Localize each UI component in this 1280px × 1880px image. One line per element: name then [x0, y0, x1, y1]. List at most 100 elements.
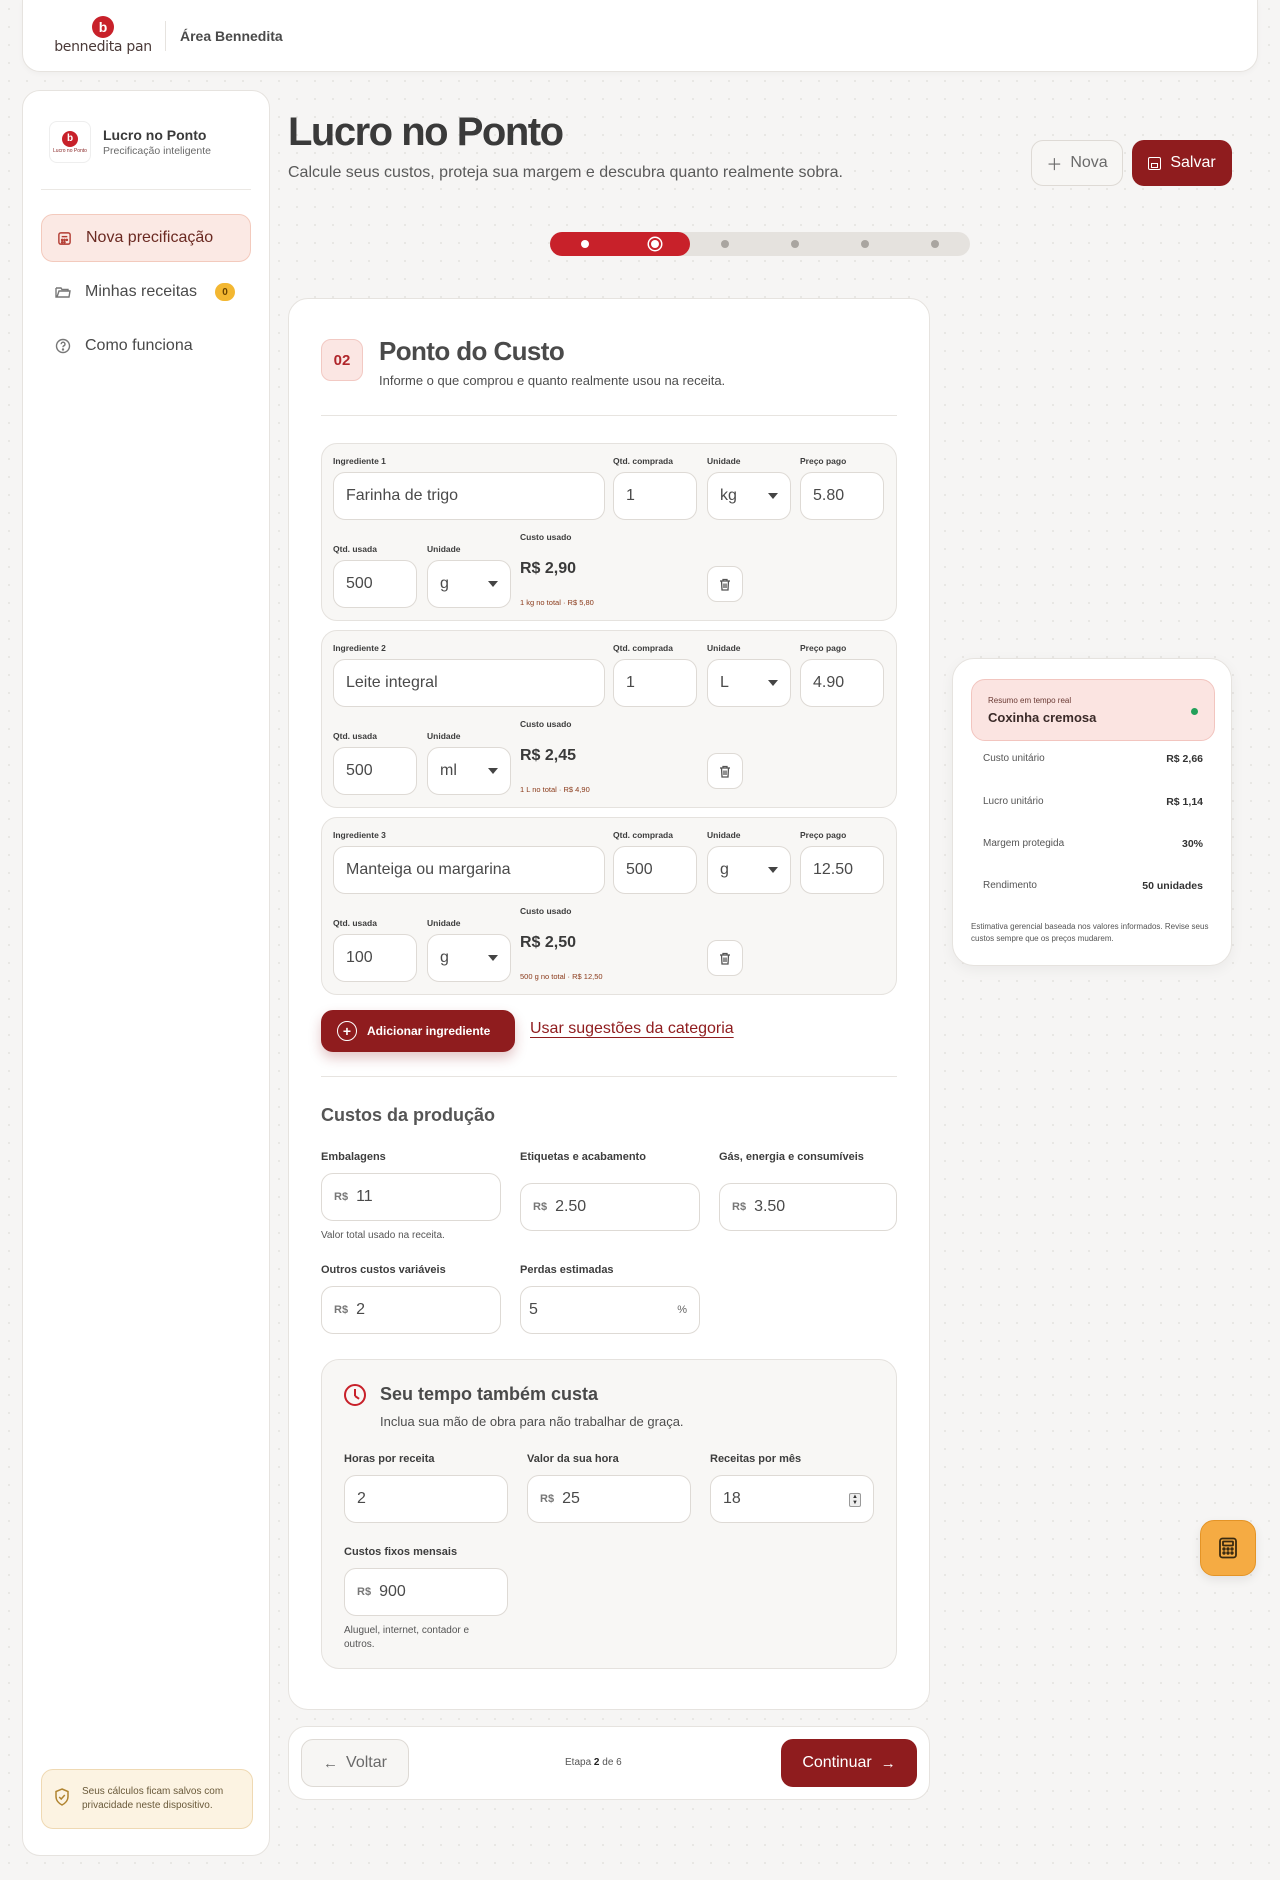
sidebar-brand: b Lucro no Ponto Lucro no Ponto Precific…	[23, 91, 269, 163]
save-button[interactable]: Salvar	[1132, 140, 1232, 186]
price-paid-input[interactable]: 5.80	[800, 472, 884, 520]
unit-bought-select[interactable]: g	[707, 846, 791, 894]
chevron-down-icon	[768, 493, 778, 499]
summary-note: Estimativa gerencial baseada nos valores…	[971, 922, 1209, 943]
price-paid-label: Preço pago	[800, 456, 847, 466]
price-paid-input[interactable]: 4.90	[800, 659, 884, 707]
save-button-label: Salvar	[1170, 154, 1216, 171]
qty-used-label: Qtd. usada	[333, 544, 377, 554]
qty-bought-input[interactable]: 500	[613, 846, 697, 894]
fixed-costs-hint: Aluguel, internet, contador e outros.	[344, 1625, 470, 1650]
folder-icon	[55, 284, 71, 300]
hour-value-label: Valor da sua hora	[527, 1453, 619, 1465]
unit-label: Unidade	[707, 643, 741, 653]
top-bar: b bennedita pan Área Bennedita	[22, 0, 1258, 72]
qty-bought-input[interactable]: 1	[613, 659, 697, 707]
unit-used-select[interactable]: ml	[427, 747, 511, 795]
count-badge: 0	[215, 283, 236, 301]
packaging-input[interactable]: R$ 11	[321, 1173, 501, 1221]
unit-bought-select[interactable]: L	[707, 659, 791, 707]
live-status-dot	[1191, 708, 1198, 715]
other-costs-input[interactable]: R$ 2	[321, 1286, 501, 1334]
step-navigation: ← Voltar Etapa 2 de 6 Continuar →	[288, 1726, 930, 1800]
qty-bought-label: Qtd. comprada	[613, 830, 673, 840]
delete-ingredient-button[interactable]	[707, 753, 743, 789]
gas-energy-input[interactable]: R$ 3.50	[719, 1183, 897, 1231]
ingredient-card: Ingrediente 1 Farinha de trigo Qtd. comp…	[321, 443, 897, 621]
step-separator: de	[602, 1757, 614, 1768]
ingredient-name-input[interactable]: Farinha de trigo	[333, 472, 605, 520]
labor-cost-box: Seu tempo também custa Inclua sua mão de…	[321, 1359, 897, 1669]
qty-used-label: Qtd. usada	[333, 918, 377, 928]
qty-used-input[interactable]: 100	[333, 934, 417, 982]
back-button[interactable]: ← Voltar	[301, 1739, 409, 1787]
sidebar-item-nova-precificacao[interactable]: Nova precificação	[41, 214, 251, 262]
step-dot	[931, 240, 939, 248]
qty-used-input[interactable]: 500	[333, 747, 417, 795]
unit-used-select[interactable]: g	[427, 934, 511, 982]
gas-energy-label: Gás, energia e consumíveis	[719, 1151, 864, 1163]
ingredient-name-input[interactable]: Leite integral	[333, 659, 605, 707]
unit-label: Unidade	[427, 918, 461, 928]
new-button[interactable]: ＋ Nova	[1031, 140, 1123, 186]
ingredient-card: Ingrediente 3 Manteiga ou margarina Qtd.…	[321, 817, 897, 995]
input-value: 500	[626, 861, 653, 878]
select-value: L	[720, 674, 729, 691]
packaging-label: Embalagens	[321, 1151, 386, 1163]
sidebar-item-label: Nova precificação	[86, 229, 214, 246]
ingredient-label: Ingrediente 3	[333, 830, 386, 840]
select-value: g	[440, 575, 449, 592]
hour-value-input[interactable]: R$ 25	[527, 1475, 691, 1523]
privacy-note: Seus cálculos ficam salvos com privacida…	[41, 1769, 253, 1829]
use-suggestions-link[interactable]: Usar sugestões da categoria	[530, 1020, 734, 1038]
input-value: 500	[346, 762, 373, 779]
summary-value: R$ 1,14	[1166, 796, 1203, 808]
app-logo: b Lucro no Ponto	[49, 121, 91, 163]
step-dot	[791, 240, 799, 248]
input-value: 900	[379, 1583, 406, 1600]
arrow-left-icon: ←	[323, 1754, 339, 1772]
step-dot	[651, 240, 659, 248]
recipes-per-month-input[interactable]: 18 ▲ ▼	[710, 1475, 874, 1523]
continue-button[interactable]: Continuar →	[781, 1739, 917, 1787]
brand-name: bennedita pan	[54, 39, 152, 55]
delete-ingredient-button[interactable]	[707, 940, 743, 976]
price-paid-input[interactable]: 12.50	[800, 846, 884, 894]
unit-label: Unidade	[707, 456, 741, 466]
unit-used-select[interactable]: g	[427, 560, 511, 608]
ingredient-name-input[interactable]: Manteiga ou margarina	[333, 846, 605, 894]
input-value: 5.80	[813, 487, 845, 504]
qty-used-input[interactable]: 500	[333, 560, 417, 608]
fixed-costs-label: Custos fixos mensais	[344, 1546, 458, 1558]
input-value: 3.50	[754, 1198, 786, 1215]
chevron-down-icon	[488, 581, 498, 587]
unit-label: Unidade	[707, 830, 741, 840]
calculator-fab-button[interactable]	[1200, 1520, 1256, 1576]
unit-bought-select[interactable]: kg	[707, 472, 791, 520]
qty-bought-input[interactable]: 1	[613, 472, 697, 520]
progress-fill	[550, 232, 690, 256]
sidebar-item-label: Minhas receitas	[85, 283, 198, 300]
fixed-costs-input[interactable]: R$ 900	[344, 1568, 508, 1616]
input-value: 25	[562, 1490, 580, 1507]
sidebar-item-como-funciona[interactable]: Como funciona	[41, 322, 251, 370]
divider	[165, 20, 166, 51]
hours-input[interactable]: 2	[344, 1475, 508, 1523]
labels-cost-input[interactable]: R$ 2.50	[520, 1183, 700, 1231]
labor-title: Seu tempo também custa	[380, 1384, 599, 1404]
area-title: Área Bennedita	[180, 27, 283, 44]
section-subtitle: Informe o que comprou e quanto realmente…	[379, 373, 726, 388]
summary-row: Lucro unitário R$ 1,14	[983, 796, 1203, 808]
add-ingredient-button[interactable]: + Adicionar ingrediente	[321, 1010, 515, 1052]
number-spinner-icon[interactable]: ▲ ▼	[849, 1493, 861, 1507]
input-value: 1	[626, 487, 635, 504]
input-value: 4.90	[813, 674, 845, 691]
delete-ingredient-button[interactable]	[707, 566, 743, 602]
currency-prefix: R$	[540, 1493, 555, 1505]
price-paid-label: Preço pago	[800, 643, 847, 653]
labor-subtitle: Inclua sua mão de obra para não trabalha…	[380, 1414, 684, 1429]
estimated-loss-input[interactable]: 5%	[520, 1286, 700, 1334]
brand-logo[interactable]: b bennedita pan	[51, 16, 155, 55]
sidebar-item-minhas-receitas[interactable]: Minhas receitas 0	[41, 268, 251, 316]
app-subtitle: Precificação inteligente	[103, 145, 211, 157]
